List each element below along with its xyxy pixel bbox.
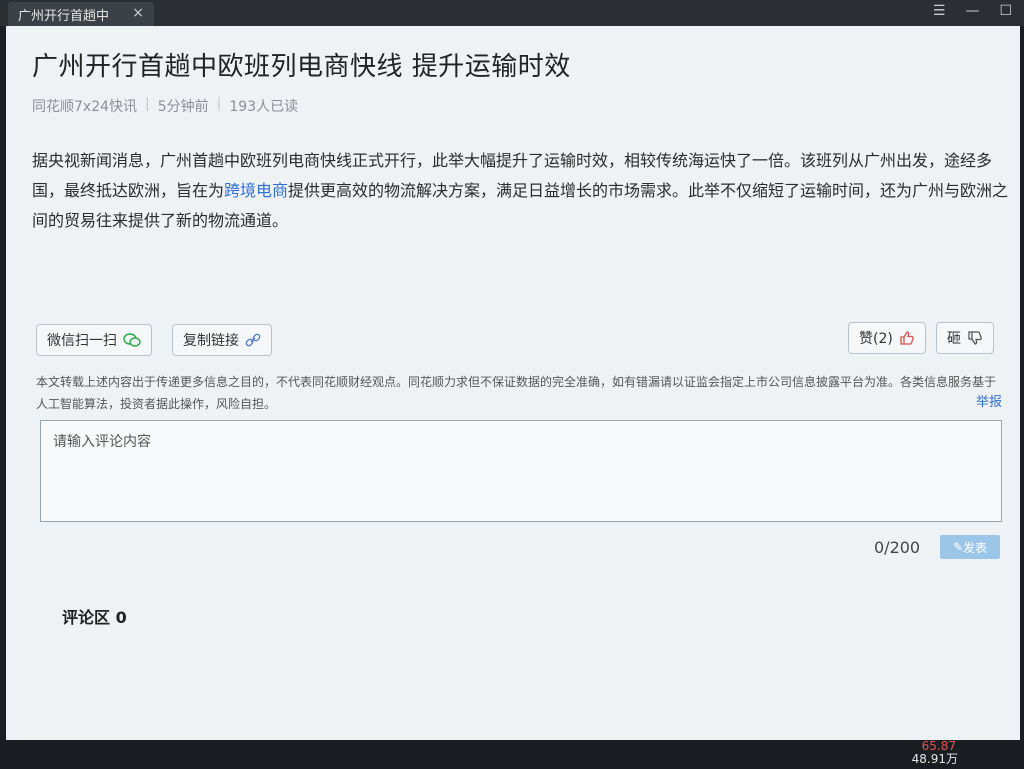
comment-section-heading: 评论区 0 [62, 604, 127, 628]
article-source[interactable]: 同花顺7x24快讯 [32, 96, 137, 116]
report-link[interactable]: 举报 [976, 391, 1002, 410]
comment-section-label: 评论区 [62, 608, 111, 627]
copy-link-button[interactable]: 复制链接 [172, 324, 272, 356]
cross-border-ecommerce-link[interactable]: 跨境电商 [224, 181, 288, 200]
submit-label: 发表 [963, 540, 988, 555]
dislike-label: 砸 [947, 331, 961, 347]
article-time: 5分钟前 [157, 99, 209, 115]
wechat-share-label: 微信扫一扫 [47, 333, 117, 349]
window-titlebar: 广州开行首趟中 × ☰ — ☐ [0, 0, 1024, 26]
like-label: 赞(2) [859, 331, 893, 347]
ticker-volume: 48.91万 [911, 752, 958, 766]
like-button[interactable]: 赞(2) [848, 322, 926, 354]
comment-char-counter: 0/200 [874, 538, 921, 557]
comment-input[interactable]: 请输入评论内容 [40, 420, 1002, 522]
wechat-icon [123, 333, 141, 347]
article-meta: 同花顺7x24快讯 | 5分钟前 | 193人已读 [32, 96, 298, 116]
link-icon [245, 333, 261, 347]
maximize-icon[interactable]: ☐ [999, 3, 1012, 19]
disclaimer-text: 本文转载上述内容出于传递更多信息之目的，不代表同花顺财经观点。同花顺力求但不保证… [36, 375, 997, 411]
tab-close-icon[interactable]: × [132, 5, 144, 21]
thumbs-down-icon [968, 331, 982, 345]
submit-comment-button[interactable]: ✎ 发表 [940, 535, 1000, 559]
article-reads: 193人已读 [229, 99, 299, 115]
thumbs-up-icon [900, 331, 914, 345]
copy-link-label: 复制链接 [183, 333, 239, 349]
article-body: 据央视新闻消息，广州首趟中欧班列电商快线正式开行，此举大幅提升了运输时效，相较传… [32, 146, 1012, 236]
tab-title: 广州开行首趟中 [18, 8, 110, 24]
browser-tab[interactable]: 广州开行首趟中 × [8, 2, 154, 26]
article-page: 广州开行首趟中欧班列电商快线 提升运输时效 同花顺7x24快讯 | 5分钟前 |… [6, 26, 1020, 740]
menu-list-icon[interactable]: ☰ [933, 3, 946, 19]
comment-placeholder: 请输入评论内容 [53, 434, 151, 450]
wechat-share-button[interactable]: 微信扫一扫 [36, 324, 152, 356]
meta-separator: | [216, 96, 222, 112]
meta-separator: | [145, 96, 150, 112]
pencil-icon: ✎ [952, 540, 964, 554]
article-title: 广州开行首趟中欧班列电商快线 提升运输时效 [32, 52, 571, 82]
dislike-button[interactable]: 砸 [936, 322, 994, 354]
comment-count: 0 [115, 608, 127, 627]
minimize-icon[interactable]: — [965, 3, 979, 19]
